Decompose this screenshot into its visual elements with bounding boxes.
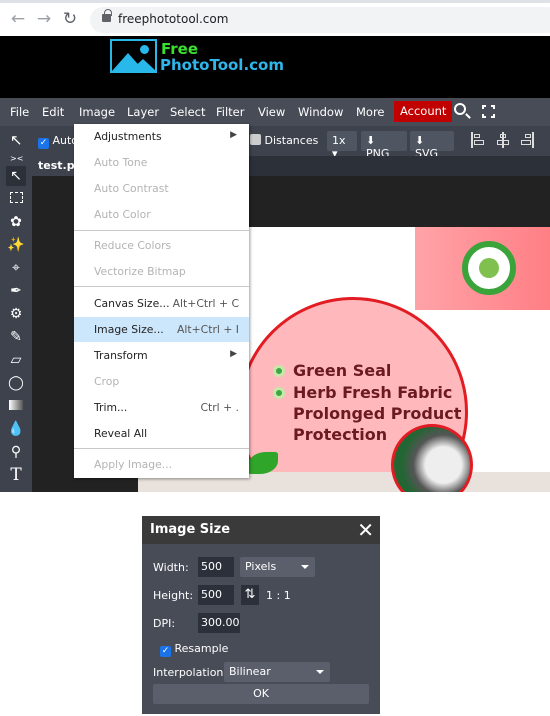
download-icon: ⬇ <box>366 134 376 147</box>
back-icon[interactable]: ← <box>8 9 28 29</box>
collapse-panel-icon[interactable]: >< <box>10 154 23 163</box>
reload-icon[interactable]: ↻ <box>60 9 80 29</box>
move-tool-icon[interactable]: ↖ <box>10 131 23 149</box>
url-text: freephototool.com <box>118 12 229 26</box>
height-label: Height: <box>153 589 194 602</box>
export-svg-button[interactable]: ⬇ SVG <box>410 131 454 160</box>
close-icon[interactable]: ✕ <box>357 518 374 542</box>
align-left-icon[interactable] <box>471 132 484 148</box>
canvas-art-pink-box <box>415 227 550 310</box>
dpi-input[interactable]: 300.000 <box>198 613 240 633</box>
checkbox-checked-icon: ✓ <box>38 138 49 149</box>
forward-icon[interactable]: → <box>34 9 54 29</box>
ratio-text: 1 : 1 <box>266 589 291 602</box>
width-input[interactable]: 500 <box>198 557 234 577</box>
eraser-tool-icon[interactable]: ◯ <box>6 373 26 393</box>
move-tool-icon[interactable]: ↖ <box>6 166 26 186</box>
blur-tool-icon[interactable]: 💧 <box>6 419 26 439</box>
menu-more[interactable]: More <box>356 105 385 119</box>
unit-select[interactable]: Pixels <box>240 557 315 577</box>
bullet-icon <box>273 387 285 399</box>
dialog-title-bar[interactable]: Image Size ✕ <box>142 516 380 544</box>
menu-item-auto-tone: Auto Tone <box>94 156 148 169</box>
logo-text-name[interactable]: PhotoTool.com <box>160 56 284 74</box>
auto-select-checkbox[interactable]: ✓ Auto <box>38 134 78 149</box>
align-center-icon[interactable] <box>497 132 509 148</box>
menu-item-image-size[interactable]: Image Size... Alt+Ctrl + I <box>74 317 249 342</box>
feature-text: Protection <box>293 425 388 444</box>
menu-layer[interactable]: Layer <box>127 105 159 119</box>
download-icon: ⬇ <box>415 134 425 147</box>
feature-text: Green Seal <box>293 361 392 380</box>
height-input[interactable]: 500 <box>198 585 234 605</box>
menu-filter[interactable]: Filter <box>216 105 244 119</box>
lock-icon <box>102 9 112 22</box>
dodge-tool-icon[interactable]: ⚲ <box>6 442 26 462</box>
menu-file[interactable]: File <box>10 105 29 119</box>
menu-item-auto-contrast: Auto Contrast <box>94 182 169 195</box>
search-icon[interactable] <box>454 103 466 115</box>
fullscreen-icon[interactable] <box>482 105 495 118</box>
image-size-dialog: Image Size ✕ Width: 500 Pixels Height: 5… <box>142 516 380 714</box>
link-aspect-icon[interactable]: ⇅ <box>241 585 259 605</box>
crop-tool-icon[interactable]: ⌖ <box>6 258 26 278</box>
export-png-button[interactable]: ⬇ PNG <box>361 131 407 160</box>
gradient-tool-icon[interactable] <box>6 396 26 416</box>
menu-separator <box>74 448 249 449</box>
logo-image-icon[interactable] <box>110 39 157 73</box>
menu-item-vectorize-bitmap: Vectorize Bitmap <box>94 265 186 278</box>
menu-item-apply-image: Apply Image... <box>94 458 173 471</box>
menu-item-canvas-size[interactable]: Canvas Size... Alt+Ctrl + C <box>74 291 249 316</box>
interpolation-label: Interpolation: <box>153 666 228 679</box>
feature-text: Prolonged Product <box>293 404 462 423</box>
menu-separator <box>74 286 249 287</box>
stamp-tool-icon[interactable]: ▱ <box>6 350 26 370</box>
feature-text: Herb Fresh Fabric <box>293 383 453 402</box>
menu-edit[interactable]: Edit <box>42 105 64 119</box>
menu-item-auto-color: Auto Color <box>94 208 151 221</box>
bullet-icon <box>273 365 285 377</box>
dialog-title: Image Size <box>150 522 231 537</box>
account-button[interactable]: Account <box>394 101 453 122</box>
align-right-icon[interactable] <box>521 132 534 148</box>
dpi-label: DPI: <box>153 617 176 630</box>
menu-item-crop: Crop <box>94 375 120 388</box>
brush-tool-icon[interactable]: ✎ <box>6 327 26 347</box>
menu-image[interactable]: Image <box>79 105 115 119</box>
image-menu-dropdown: Adjustments ▶ Auto Tone Auto Contrast Aut… <box>74 124 249 478</box>
menu-item-reduce-colors: Reduce Colors <box>94 239 172 252</box>
checkbox-checked-icon: ✓ <box>160 646 171 657</box>
interpolation-select[interactable]: Bilinear <box>224 662 330 682</box>
menu-item-reveal-all[interactable]: Reveal All <box>74 421 249 446</box>
lasso-tool-icon[interactable]: ✿ <box>6 212 26 232</box>
browser-toolbar: ← → ↻ freephototool.com <box>0 0 550 36</box>
menu-window[interactable]: Window <box>298 105 343 119</box>
menu-item-trim[interactable]: Trim... Ctrl + . <box>74 395 249 420</box>
healing-tool-icon[interactable]: ⚙ <box>6 304 26 324</box>
menu-view[interactable]: View <box>258 105 285 119</box>
eyedropper-tool-icon[interactable]: ✒ <box>6 281 26 301</box>
sanitized-seal-logo <box>462 241 516 295</box>
resample-checkbox[interactable]: ✓ Resample <box>160 642 228 657</box>
menu-select[interactable]: Select <box>170 105 205 119</box>
zoom-scale-select[interactable]: 1x ▾ <box>327 131 357 160</box>
width-label: Width: <box>153 561 189 574</box>
menu-bar: File Edit Image Layer Select Filter View… <box>0 98 550 126</box>
menu-separator <box>74 230 249 231</box>
menu-item-transform[interactable]: Transform ▶ <box>74 343 249 368</box>
marquee-tool-icon[interactable] <box>6 189 26 209</box>
type-tool-icon[interactable]: T <box>6 465 26 485</box>
submenu-arrow-icon: ▶ <box>230 349 237 359</box>
address-bar[interactable]: freephototool.com <box>90 7 550 33</box>
menu-item-adjustments[interactable]: Adjustments ▶ <box>74 124 249 149</box>
ok-button[interactable]: OK <box>153 684 369 704</box>
submenu-arrow-icon: ▶ <box>230 130 237 140</box>
distances-checkbox[interactable]: Distances <box>250 134 318 147</box>
magic-wand-tool-icon[interactable]: ✨ <box>6 235 26 255</box>
tools-panel: >< ↖ ✿ ✨ ⌖ ✒ ⚙ ✎ ▱ ◯ 💧 ⚲ T <box>0 154 32 492</box>
site-header: Free PhotoTool.com <box>0 36 550 98</box>
checkbox-unchecked-icon <box>250 134 261 145</box>
